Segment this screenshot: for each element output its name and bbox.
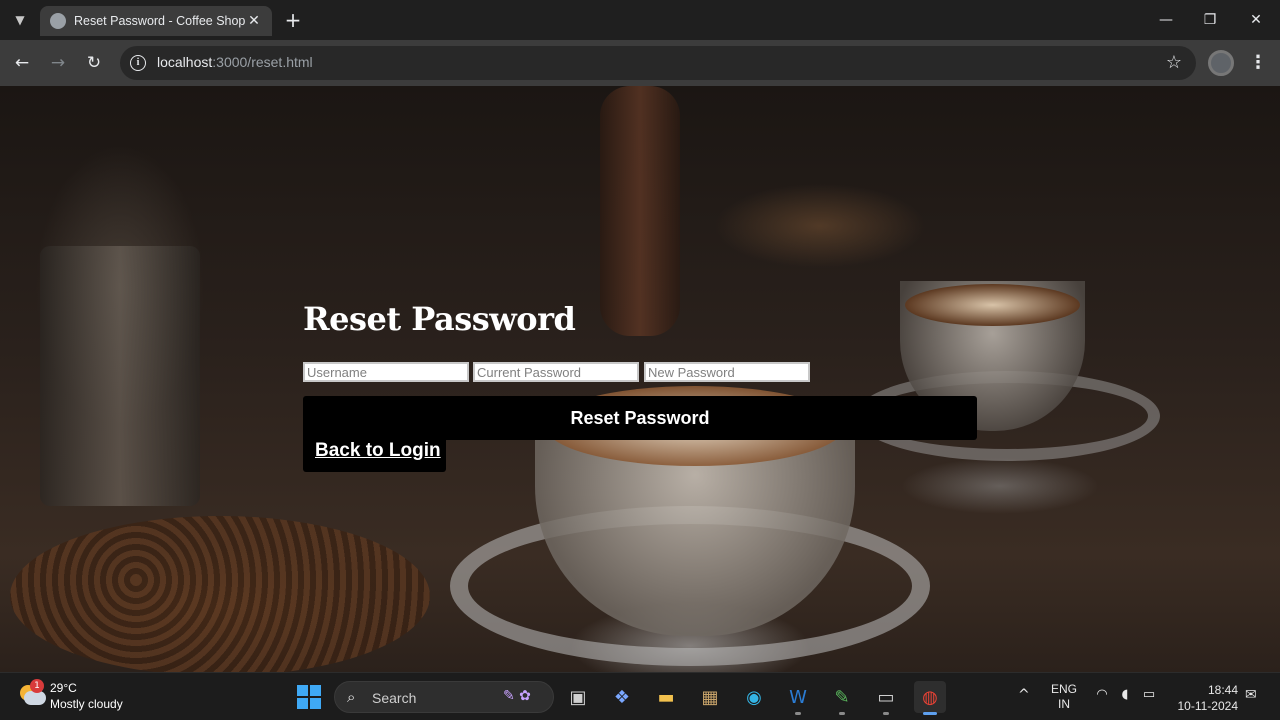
copilot-icon[interactable]: ❖ xyxy=(606,681,638,713)
clock[interactable]: 18:44 10-11-2024 xyxy=(1168,682,1239,714)
chrome-icon[interactable]: ◍ xyxy=(914,681,946,715)
notification-icon[interactable]: ✉ xyxy=(1245,687,1257,703)
page-viewport: Reset Password Reset Password Back to Lo… xyxy=(0,86,1280,672)
battery-icon[interactable]: ▭ xyxy=(1140,687,1158,702)
kebab-menu-icon[interactable]: ⋮ xyxy=(1248,51,1268,75)
info-icon[interactable]: i xyxy=(130,55,146,71)
package-app-icon[interactable]: ▦ xyxy=(694,681,726,713)
browser-toolbar: ← → ↻ i localhost:3000/reset.html ☆ xyxy=(0,40,1280,86)
chevron-up-icon[interactable]: ^ xyxy=(1018,687,1030,703)
background-coffee-beans xyxy=(10,516,430,672)
address-bar[interactable]: i localhost:3000/reset.html ☆ xyxy=(120,46,1196,80)
new-password-field[interactable] xyxy=(644,362,810,382)
task-view-icon[interactable]: ▣ xyxy=(562,681,594,713)
terminal-icon[interactable]: ▭ xyxy=(870,681,902,715)
clock-date: 10-11-2024 xyxy=(1177,699,1239,713)
search-label: Search xyxy=(372,690,417,706)
avatar[interactable] xyxy=(1208,50,1234,76)
tab-bar: ▼ Reset Password - Coffee Shop ✕ + — ❐ ✕ xyxy=(0,0,1280,40)
weather-badge: 1 xyxy=(30,679,44,693)
back-to-login-link[interactable]: Back to Login xyxy=(315,440,441,462)
background-jar xyxy=(40,246,200,506)
cloud-shape xyxy=(24,691,46,705)
wifi-icon[interactable]: ◠ xyxy=(1093,687,1111,702)
minimize-icon[interactable]: — xyxy=(1146,8,1186,32)
volume-icon[interactable]: ◖ xyxy=(1116,687,1134,702)
clock-time: 18:44 xyxy=(1207,683,1238,697)
globe-icon xyxy=(50,13,66,29)
search-icon: ⌕ xyxy=(347,688,356,706)
tab-search-chevron-down-icon[interactable]: ▼ xyxy=(10,10,30,30)
reset-password-button[interactable]: Reset Password xyxy=(303,396,977,440)
word-icon[interactable]: W xyxy=(782,681,814,715)
reload-icon[interactable]: ↻ xyxy=(82,51,106,75)
windows-start-icon[interactable] xyxy=(297,685,321,709)
language-indicator[interactable]: ENG IN xyxy=(1050,682,1078,712)
notepad-icon[interactable]: ✎ xyxy=(826,681,858,715)
url-host: localhost xyxy=(157,54,213,70)
background-grinder xyxy=(600,86,680,336)
arrow-left-icon[interactable]: ← xyxy=(10,51,34,75)
url-path: :3000/reset.html xyxy=(212,54,313,70)
background-crema-right xyxy=(905,284,1080,326)
current-password-field[interactable] xyxy=(473,362,639,382)
browser-tab[interactable]: Reset Password - Coffee Shop ✕ xyxy=(40,6,272,36)
tab-title: Reset Password - Coffee Shop xyxy=(74,14,246,28)
edge-icon[interactable]: ◉ xyxy=(738,681,770,713)
url-text[interactable]: localhost:3000/reset.html xyxy=(157,54,313,70)
username-field[interactable] xyxy=(303,362,469,382)
close-icon[interactable]: ✕ xyxy=(1236,8,1276,32)
new-tab-button[interactable]: + xyxy=(282,9,304,31)
restore-icon[interactable]: ❐ xyxy=(1190,8,1230,32)
weather-description[interactable]: Mostly cloudy xyxy=(50,697,123,711)
file-explorer-icon[interactable]: ▬ xyxy=(650,681,682,713)
language-code: ENG xyxy=(1050,682,1077,696)
region-code: IN xyxy=(1058,697,1070,711)
arrow-right-icon[interactable]: → xyxy=(46,51,70,75)
page-title: Reset Password xyxy=(303,300,576,338)
taskbar-search[interactable]: ⌕ Search ✎ ✿ xyxy=(334,681,554,713)
star-icon[interactable]: ☆ xyxy=(1166,52,1182,73)
taskbar: 1 29°C Mostly cloudy ⌕ Search ✎ ✿ ▣ ❖ ▬ … xyxy=(0,672,1280,720)
tab-close-icon[interactable]: ✕ xyxy=(246,13,262,29)
search-highlight-icon: ✎ ✿ xyxy=(503,688,531,704)
weather-temperature[interactable]: 29°C xyxy=(50,681,77,695)
